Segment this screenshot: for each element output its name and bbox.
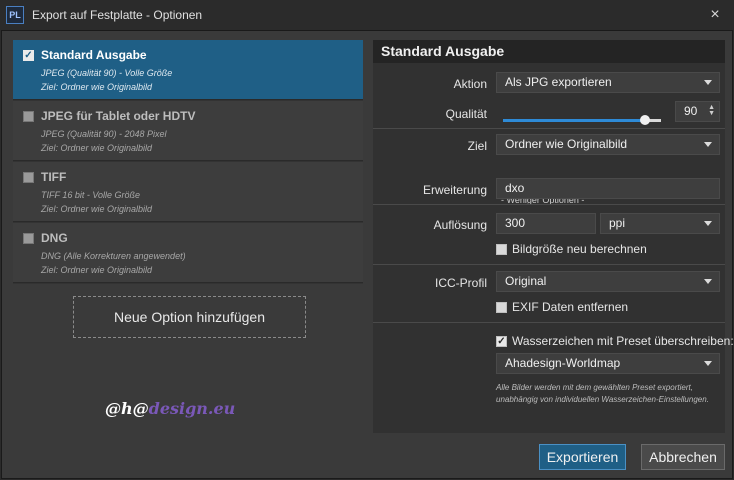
export-button[interactable]: Exportieren — [539, 444, 626, 470]
watermark-part-2: design.eu — [148, 399, 236, 418]
spinner-arrows-icon[interactable]: ▲ ▼ — [708, 104, 715, 117]
icc-value: Original — [505, 274, 547, 288]
divider — [373, 264, 725, 265]
chevron-down-icon — [704, 142, 712, 147]
resolution-input[interactable]: 300 — [496, 213, 596, 234]
preset-target: Ziel: Ordner wie Originalbild — [41, 204, 153, 214]
watermark-checkbox[interactable]: ✓ — [496, 336, 507, 347]
extension-label: Erweiterung — [422, 183, 487, 197]
watermark-logo: @h@design.eu — [105, 399, 235, 418]
quality-slider-thumb[interactable] — [640, 115, 651, 125]
resolution-unit-value: ppi — [609, 216, 626, 230]
preset-checkbox[interactable] — [23, 111, 34, 122]
quality-value: 90 — [684, 104, 698, 118]
preset-title: JPEG für Tablet oder HDTV — [41, 109, 196, 123]
watermark-part-1: @h@ — [105, 399, 149, 418]
preset-item-tiff[interactable]: TIFF TIFF 16 bit - Volle Größe Ziel: Ord… — [13, 162, 363, 222]
add-option-button[interactable]: Neue Option hinzufügen — [73, 296, 306, 338]
preset-item-standard[interactable]: ✓ Standard Ausgabe JPEG (Qualität 90) - … — [13, 40, 363, 100]
quality-label: Qualität — [445, 107, 487, 121]
app-logo-icon: PL — [6, 6, 24, 24]
preset-list: ✓ Standard Ausgabe JPEG (Qualität 90) - … — [13, 40, 363, 284]
preset-format: TIFF 16 bit - Volle Größe — [41, 190, 141, 200]
resize-checkbox[interactable] — [496, 244, 507, 255]
preset-item-tablet[interactable]: JPEG für Tablet oder HDTV JPEG (Qualität… — [13, 101, 363, 161]
icc-dropdown[interactable]: Original — [496, 271, 720, 292]
action-value: Als JPG exportieren — [505, 75, 612, 89]
extension-input[interactable]: dxo — [496, 178, 720, 199]
preset-checkbox[interactable] — [23, 172, 34, 183]
icc-label: ICC-Profil — [434, 276, 487, 290]
preset-title: Standard Ausgabe — [41, 48, 147, 62]
divider — [373, 322, 725, 323]
window-title: Export auf Festplatte - Optionen — [32, 8, 203, 22]
preset-title: TIFF — [41, 170, 67, 184]
quality-slider[interactable] — [503, 115, 661, 125]
divider — [373, 128, 725, 129]
exif-checkbox[interactable] — [496, 302, 507, 313]
preset-format: JPEG (Qualität 90) - Volle Größe — [41, 68, 173, 78]
exif-label: EXIF Daten entfernen — [512, 300, 629, 314]
resolution-unit-dropdown[interactable]: ppi — [600, 213, 720, 234]
cancel-button[interactable]: Abbrechen — [641, 444, 725, 470]
action-label: Aktion — [453, 77, 487, 91]
watermark-label: Wasserzeichen mit Preset überschreiben: — [512, 334, 734, 348]
preset-format: JPEG (Qualität 90) - 2048 Pixel — [41, 129, 167, 139]
quality-slider-fill — [503, 119, 646, 122]
target-value: Ordner wie Originalbild — [505, 137, 628, 151]
quality-spinbox[interactable]: 90 ▲ ▼ — [675, 101, 720, 122]
watermark-preset-value: Ahadesign-Worldmap — [505, 356, 621, 370]
chevron-down-icon — [704, 80, 712, 85]
watermark-preset-dropdown[interactable]: Ahadesign-Worldmap — [496, 353, 720, 374]
panel-title: Standard Ausgabe — [373, 40, 725, 63]
preset-checkbox[interactable] — [23, 233, 34, 244]
extension-value: dxo — [505, 181, 525, 195]
preset-checkbox[interactable]: ✓ — [23, 50, 34, 61]
chevron-down-icon — [704, 221, 712, 226]
chevron-down-icon — [704, 361, 712, 366]
preset-target: Ziel: Ordner wie Originalbild — [41, 82, 153, 92]
preset-format: DNG (Alle Korrekturen angewendet) — [41, 251, 186, 261]
resize-label: Bildgröße neu berechnen — [512, 242, 647, 256]
resolution-label: Auflösung — [433, 218, 487, 232]
chevron-down-icon — [704, 279, 712, 284]
target-label: Ziel — [467, 139, 487, 153]
preset-title: DNG — [41, 231, 68, 245]
preset-item-dng[interactable]: DNG DNG (Alle Korrekturen angewendet) Zi… — [13, 223, 363, 283]
title-bar: PL Export auf Festplatte - Optionen × — [0, 0, 734, 30]
target-dropdown[interactable]: Ordner wie Originalbild — [496, 134, 720, 155]
preset-target: Ziel: Ordner wie Originalbild — [41, 143, 153, 153]
close-icon[interactable]: × — [704, 4, 726, 26]
settings-panel: Standard Ausgabe Aktion Als JPG exportie… — [373, 40, 734, 433]
preset-target: Ziel: Ordner wie Originalbild — [41, 265, 153, 275]
watermark-footnote: Alle Bilder werden mit dem gewählten Pre… — [496, 383, 709, 404]
divider — [373, 204, 725, 205]
dialog-body: ✓ Standard Ausgabe JPEG (Qualität 90) - … — [1, 30, 734, 479]
resolution-value: 300 — [505, 216, 526, 230]
action-dropdown[interactable]: Als JPG exportieren — [496, 72, 720, 93]
